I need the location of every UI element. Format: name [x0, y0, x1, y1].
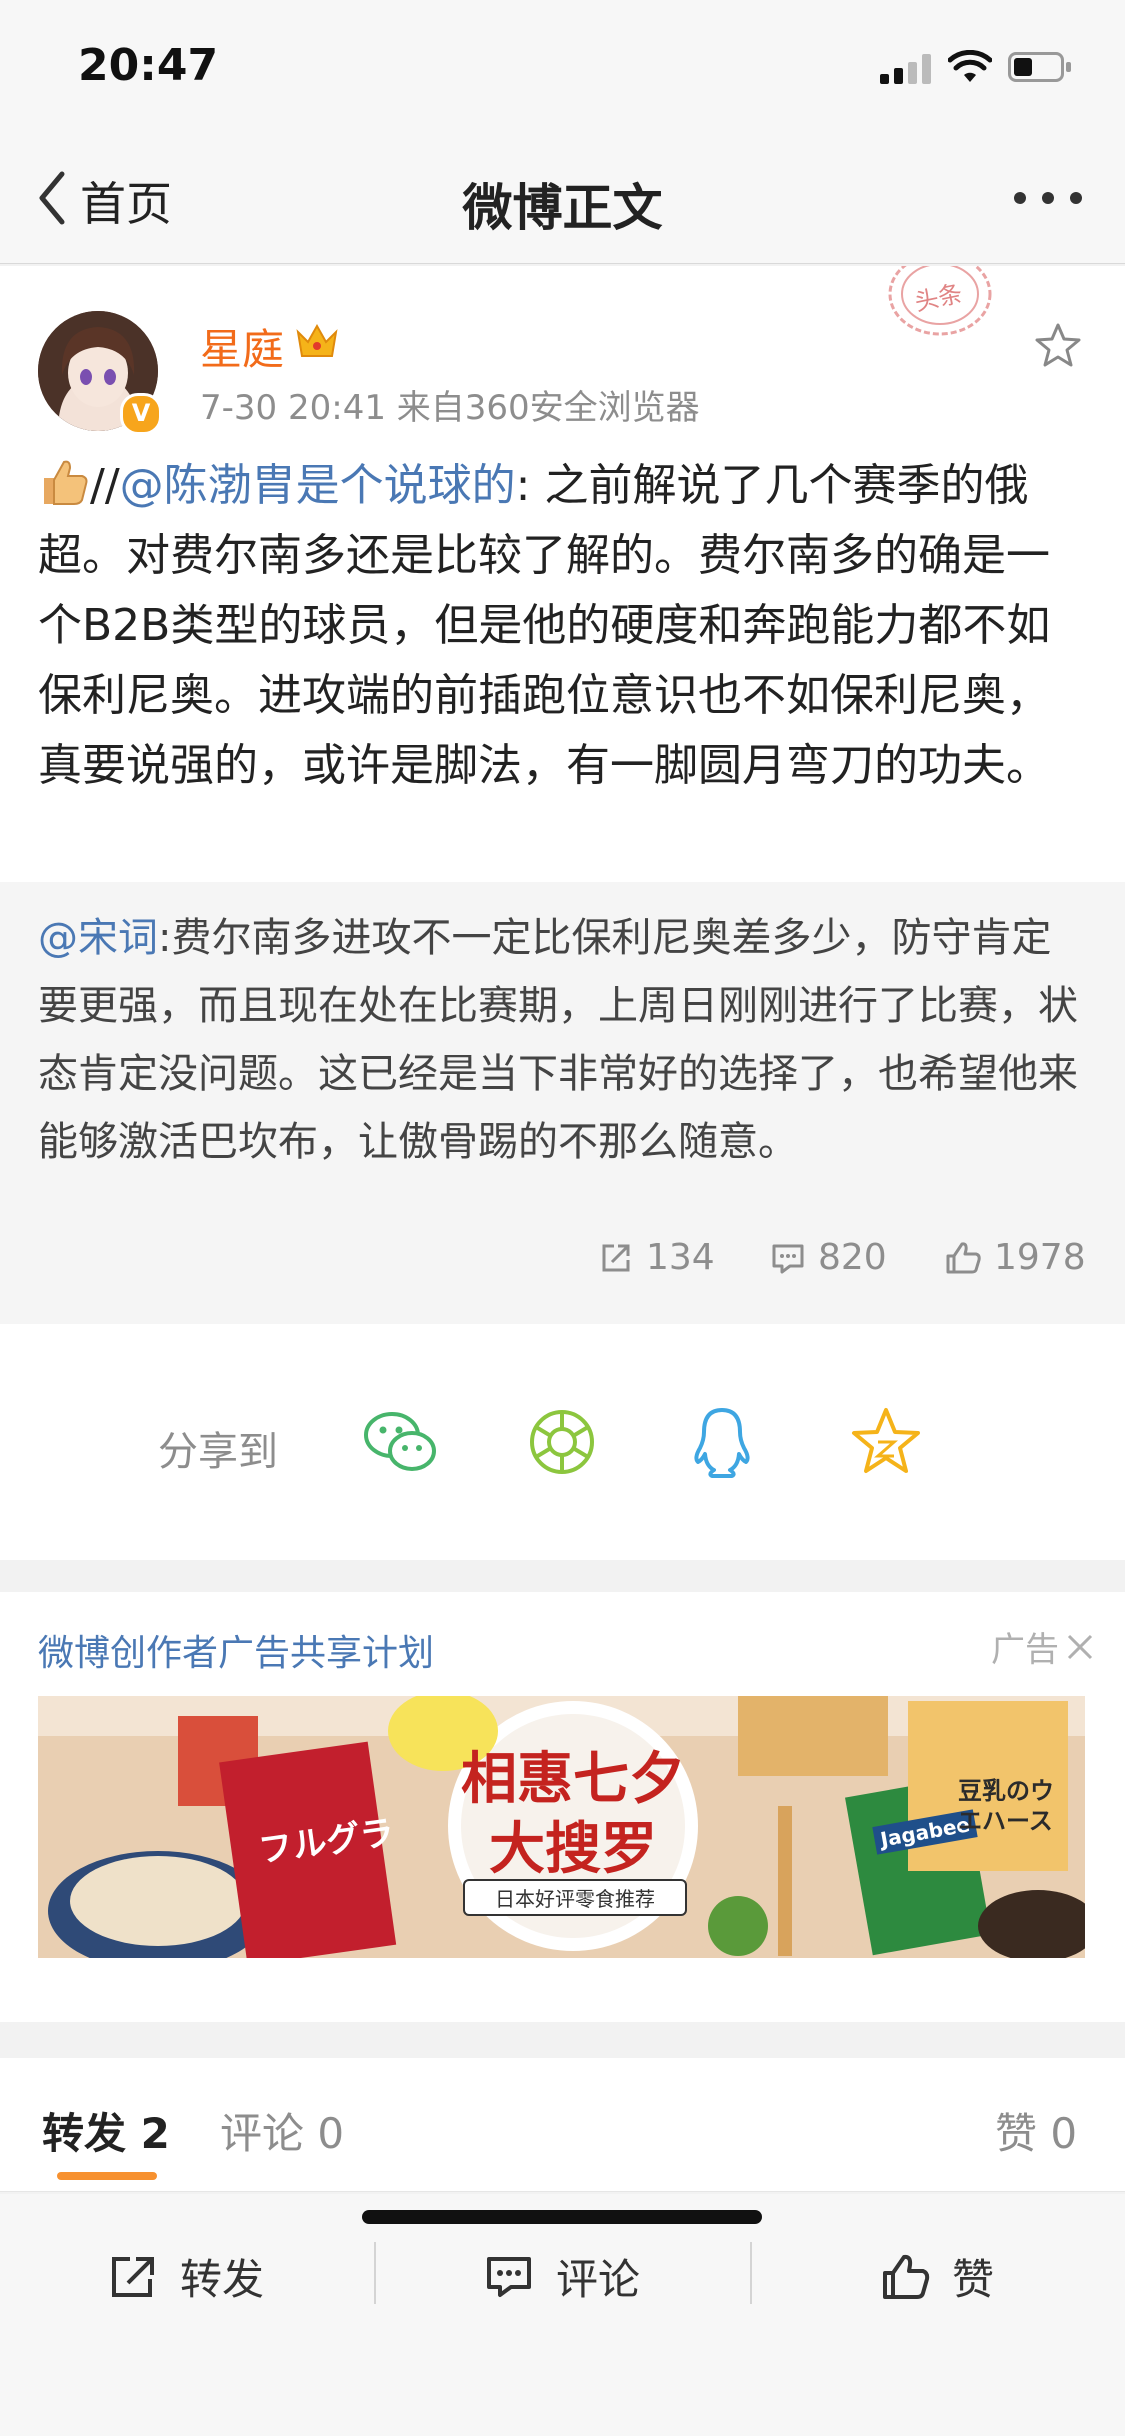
bottom-action-bar: 转发 评论 赞	[0, 2194, 1125, 2436]
wifi-icon	[948, 50, 992, 82]
post-body: //@陈渤胄是个说球的: 之前解说了几个赛季的俄超。对费尔南多还是比较了解的。费…	[38, 451, 1088, 801]
qq-icon[interactable]	[690, 1406, 754, 1478]
product-label-wafer: 豆乳のウエハース	[958, 1777, 1054, 1835]
comment-button[interactable]: 评论	[484, 2246, 640, 2307]
repost-prefix: //	[90, 460, 120, 511]
ad-label[interactable]: 广告	[991, 1622, 1095, 1671]
thumbs-up-icon	[946, 1241, 981, 1273]
mention-link[interactable]: @陈渤胄是个说球的	[120, 460, 516, 511]
ad-card[interactable]: 微博创作者广告共享计划 广告 相惠七夕 大搜罗 日本好评零食推荐 フルグラ Ja…	[0, 1592, 1125, 2022]
quote-mention-link[interactable]: @宋词	[38, 915, 158, 961]
moments-icon[interactable]	[528, 1408, 596, 1476]
feedback-tabs: 转发 2 评论 0 赞 0	[0, 2058, 1125, 2192]
page-title: 微博正文	[462, 179, 663, 237]
home-indicator[interactable]	[362, 2210, 762, 2224]
star-favorite-icon[interactable]	[1033, 321, 1083, 371]
post-meta: 7-30 20:41 来自360安全浏览器	[200, 388, 700, 428]
tab-comments[interactable]: 评论 0	[220, 2100, 344, 2161]
repost-count-value: 134	[646, 1237, 715, 1278]
divider	[750, 2242, 752, 2304]
status-bar: 20:47	[0, 0, 1125, 132]
nav-bar: 首页 微博正文	[0, 132, 1125, 264]
like-button-label: 赞	[952, 2255, 995, 2304]
thumbs-up-emoji-icon	[38, 456, 90, 508]
comment-button-label: 评论	[556, 2255, 641, 2304]
repost-button[interactable]: 转发	[108, 2246, 264, 2307]
post-card: V 星庭 7-30 20:41 来自360安全浏览器 头条 //@陈渤胄是个说球…	[0, 252, 1125, 1324]
banner-headline-1: 相惠七夕	[461, 1747, 685, 1812]
thumbs-up-icon	[883, 2254, 930, 2299]
headline-stamp-icon: 头条	[880, 252, 1000, 346]
like-count[interactable]: 1978	[944, 1237, 1086, 1278]
banner-headline-2: 大搜罗	[489, 1817, 657, 1882]
comment-icon	[772, 1244, 804, 1273]
share-row: 分享到	[0, 1324, 1125, 1560]
active-tab-indicator	[57, 2172, 157, 2180]
banner-subtitle: 日本好评零食推荐	[463, 1879, 687, 1916]
share-label: 分享到	[158, 1429, 278, 1475]
repost-count[interactable]: 134	[598, 1237, 715, 1278]
like-count-value: 1978	[994, 1237, 1086, 1278]
close-icon[interactable]	[1065, 1632, 1095, 1662]
status-time: 20:47	[78, 40, 219, 91]
favorite-star-icon[interactable]	[850, 1406, 922, 1476]
username[interactable]: 星庭	[200, 316, 284, 377]
repost-icon	[112, 2256, 154, 2297]
ad-title[interactable]: 微博创作者广告共享计划	[38, 1624, 434, 1676]
cellular-signal-icon	[880, 54, 932, 84]
repost-icon	[602, 1244, 630, 1271]
verified-badge-icon: V	[120, 393, 162, 435]
wechat-icon[interactable]	[362, 1409, 438, 1475]
comment-count-value: 820	[818, 1237, 887, 1278]
tab-reposts[interactable]: 转发 2	[42, 2100, 170, 2161]
quoted-post[interactable]: @宋词:费尔南多进攻不一定比保利尼奥差多少，防守肯定要更强，而且现在处在比赛期，…	[0, 882, 1125, 1324]
divider	[374, 2242, 376, 2304]
repost-button-label: 转发	[180, 2255, 265, 2304]
ad-label-text: 广告	[991, 1630, 1059, 1670]
comment-count[interactable]: 820	[770, 1237, 887, 1278]
battery-icon	[1008, 52, 1072, 82]
comment-icon	[487, 2256, 531, 2297]
more-options-icon[interactable]	[1010, 190, 1090, 206]
crown-member-icon	[296, 323, 338, 357]
tab-likes[interactable]: 赞 0	[995, 2100, 1077, 2161]
quoted-post-body: @宋词:费尔南多进攻不一定比保利尼奥差多少，防守肯定要更强，而且现在处在比赛期，…	[38, 904, 1088, 1176]
ad-banner[interactable]: 相惠七夕 大搜罗 日本好评零食推荐 フルグラ Jagabee 豆乳のウエハース	[38, 1696, 1085, 1958]
quote-text: :费尔南多进攻不一定比保利尼奥差多少，防守肯定要更强，而且现在处在比赛期，上周日…	[38, 915, 1078, 1165]
like-button[interactable]: 赞	[880, 2246, 994, 2307]
